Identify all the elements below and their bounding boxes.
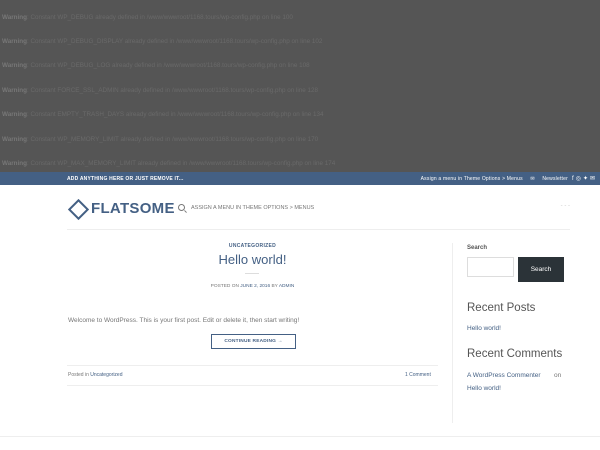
- warning-line: Warning: Constant WP_DEBUG_LOG already d…: [2, 62, 310, 69]
- nav-menu-link[interactable]: ASSIGN A MENU IN THEME OPTIONS > MENUS: [191, 205, 314, 211]
- commenter-link[interactable]: A WordPress Commenter: [467, 372, 541, 379]
- recent-comments-title: Recent Comments: [467, 348, 563, 360]
- site-logo[interactable]: FLATSOME: [68, 198, 175, 218]
- warning-line: Warning: Constant WP_MAX_MEMORY_LIMIT al…: [2, 160, 336, 167]
- comment-count-link[interactable]: 1 Comment: [405, 372, 431, 378]
- meta-by: BY: [270, 284, 279, 289]
- post-excerpt: Welcome to WordPress. This is your first…: [68, 317, 300, 324]
- post-category[interactable]: UNCATEGORIZED: [67, 243, 438, 249]
- warning-line: Warning: Constant WP_MEMORY_LIMIT alread…: [2, 136, 319, 143]
- top-bar-right: Assign a menu in Theme Options > Menus ✉…: [415, 176, 568, 182]
- instagram-icon[interactable]: ◎: [576, 176, 583, 182]
- warning-line: Warning: Constant WP_DEBUG already defin…: [2, 14, 293, 21]
- sidebar-search-title: Search: [467, 245, 488, 251]
- social-icons: f◎✦✉: [572, 175, 597, 182]
- newsletter-label: Newsletter: [542, 176, 568, 182]
- php-warnings-overlay: Warning: Constant WP_DEBUG already defin…: [0, 0, 600, 172]
- warning-line: Warning: Constant EMPTY_TRASH_DAYS alrea…: [2, 111, 324, 118]
- post-date[interactable]: JUNE 2, 2016: [240, 284, 270, 289]
- sidebar-search-button[interactable]: Search: [518, 257, 564, 282]
- post-footer-divider: [67, 365, 438, 366]
- logo-icon: [68, 199, 86, 217]
- email-icon[interactable]: ✉: [590, 176, 597, 182]
- meta-prefix: POSTED ON: [210, 284, 241, 289]
- post-author[interactable]: ADMIN: [279, 284, 294, 289]
- title-divider: [245, 273, 259, 274]
- top-bar-menu-link[interactable]: Assign a menu in Theme Options > Menus: [421, 176, 523, 182]
- recent-posts-title: Recent Posts: [467, 302, 536, 314]
- recent-post-link[interactable]: Hello world!: [467, 325, 501, 332]
- continue-reading-button[interactable]: CONTINUE READING →: [211, 334, 296, 349]
- post-title[interactable]: Hello world!: [67, 252, 438, 267]
- posted-in: Posted in Uncategorized: [68, 372, 123, 378]
- warning-line: Warning: Constant WP_DEBUG_DISPLAY alrea…: [2, 38, 323, 45]
- header-divider: [67, 229, 570, 230]
- posted-in-label: Posted in: [68, 372, 91, 378]
- top-bar-text: ADD ANYTHING HERE OR JUST REMOVE IT...: [67, 176, 184, 182]
- newsletter-link[interactable]: ✉ Newsletter: [530, 176, 568, 182]
- search-icon[interactable]: [178, 204, 185, 211]
- twitter-icon[interactable]: ✦: [583, 176, 590, 182]
- comment-post-link[interactable]: Hello world!: [467, 385, 501, 392]
- posted-in-category[interactable]: Uncategorized: [90, 372, 122, 378]
- post-footer-divider-bottom: [67, 385, 438, 386]
- logo-text: FLATSOME: [91, 199, 175, 217]
- comment-on-text: on: [554, 372, 562, 379]
- sidebar-search-input[interactable]: [467, 257, 514, 277]
- top-bar: ADD ANYTHING HERE OR JUST REMOVE IT... A…: [0, 172, 600, 185]
- site-header: FLATSOME ASSIGN A MENU IN THEME OPTIONS …: [0, 185, 600, 229]
- sidebar-separator: [452, 243, 453, 423]
- post-meta: POSTED ON JUNE 2, 2016 BY ADMIN: [67, 284, 438, 289]
- footer-divider: [0, 436, 600, 437]
- main-nav: ASSIGN A MENU IN THEME OPTIONS > MENUS: [178, 204, 314, 211]
- header-right-placeholder: - - -: [560, 203, 570, 209]
- warning-line: Warning: Constant FORCE_SSL_ADMIN alread…: [2, 87, 319, 94]
